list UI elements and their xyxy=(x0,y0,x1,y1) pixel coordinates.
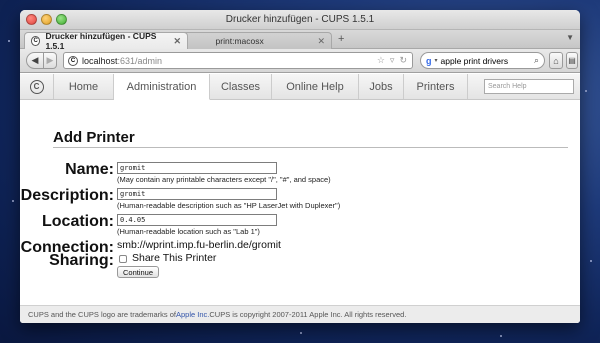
tab-print-macosx[interactable]: ✎ print:macosx ✕ xyxy=(172,32,332,49)
page-title: Add Printer xyxy=(53,129,135,146)
apple-inc-link[interactable]: Apple Inc. xyxy=(176,310,209,319)
connection-value: smb://wprint.imp.fu-berlin.de/gromit xyxy=(117,239,281,251)
location-hint: (Human-readable location such as "Lab 1"… xyxy=(117,227,260,236)
bookmark-star-icon[interactable]: ☆ xyxy=(377,55,385,66)
tab-add-printer[interactable]: C Drucker hinzufügen - CUPS 1.5.1 ✕ xyxy=(24,31,188,51)
nav-classes[interactable]: Classes xyxy=(210,74,272,99)
back-button[interactable]: ◀ xyxy=(26,52,44,69)
tab-close-icon[interactable]: ✕ xyxy=(317,36,325,47)
name-label: Name: xyxy=(65,161,114,178)
site-identity-icon[interactable]: C xyxy=(68,55,78,66)
share-printer-checkbox[interactable] xyxy=(119,255,127,263)
page-content: C Home Administration Classes Online Hel… xyxy=(20,74,580,323)
location-field[interactable]: 0.4.05 xyxy=(117,214,277,226)
menu-button[interactable]: ▤ xyxy=(566,52,578,69)
tab-list-chevron-icon[interactable]: ▼ xyxy=(566,33,574,42)
continue-button[interactable]: Continue xyxy=(117,266,160,278)
tab-close-icon[interactable]: ✕ xyxy=(173,36,181,47)
new-tab-button[interactable]: + xyxy=(338,33,344,45)
share-printer-label[interactable]: Share This Printer xyxy=(132,252,216,264)
nav-online-help[interactable]: Online Help xyxy=(272,74,359,99)
nav-administration[interactable]: Administration xyxy=(114,74,210,100)
cups-favicon-icon: C xyxy=(31,36,41,46)
description-label: Description: xyxy=(20,187,114,204)
footer-text-after: CUPS is copyright 2007-2011 Apple Inc. A… xyxy=(209,310,407,319)
google-icon[interactable]: g xyxy=(426,56,432,66)
engine-dropdown-icon[interactable]: ▾ xyxy=(435,57,438,64)
reload-icon[interactable]: ↻ xyxy=(399,55,407,66)
nav-jobs[interactable]: Jobs xyxy=(359,74,404,99)
navigation-toolbar: ◀ ▶ C localhost:631/admin ☆ ▿ ↻ g ▾ appl… xyxy=(20,49,580,73)
nav-printers[interactable]: Printers xyxy=(404,74,468,99)
tab-bar: ✎ print:macosx ✕ C Drucker hinzufügen - … xyxy=(20,30,580,51)
url-host: localhost xyxy=(82,55,118,66)
help-search-input[interactable]: Search Help xyxy=(484,79,574,94)
nav-home[interactable]: Home xyxy=(54,74,114,99)
url-path: :631/admin xyxy=(117,55,163,66)
name-field[interactable]: gromit xyxy=(117,162,277,174)
browser-window: Drucker hinzufügen - CUPS 1.5.1 ✎ print:… xyxy=(20,10,580,323)
location-label: Location: xyxy=(42,213,114,230)
search-input[interactable]: apple print drivers xyxy=(441,56,509,66)
footer-text-before: CUPS and the CUPS logo are trademarks of xyxy=(28,310,176,319)
search-icon[interactable]: ⌕ xyxy=(534,55,539,66)
dropdown-arrow-icon[interactable]: ▿ xyxy=(390,55,395,66)
forward-button[interactable]: ▶ xyxy=(43,52,57,69)
search-bar[interactable]: g ▾ apple print drivers ⌕ xyxy=(420,52,545,69)
tab-label: Drucker hinzufügen - CUPS 1.5.1 xyxy=(45,31,157,51)
sharing-label: Sharing: xyxy=(49,252,114,269)
window-title: Drucker hinzufügen - CUPS 1.5.1 xyxy=(225,14,375,25)
title-divider xyxy=(53,147,568,148)
url-bar[interactable]: C localhost:631/admin ☆ ▿ ↻ xyxy=(63,52,413,69)
description-field[interactable]: gromit xyxy=(117,188,277,200)
cups-logo[interactable]: C xyxy=(20,74,54,99)
title-bar: Drucker hinzufügen - CUPS 1.5.1 xyxy=(20,10,580,30)
tab-label: print:macosx xyxy=(215,36,264,46)
page-footer: CUPS and the CUPS logo are trademarks of… xyxy=(20,305,580,323)
home-button[interactable]: ⌂ xyxy=(549,52,563,69)
cups-nav-bar: C Home Administration Classes Online Hel… xyxy=(20,74,580,100)
description-hint: (Human-readable description such as "HP … xyxy=(117,201,341,210)
name-hint: (May contain any printable characters ex… xyxy=(117,175,331,184)
cups-logo-icon: C xyxy=(29,79,44,94)
